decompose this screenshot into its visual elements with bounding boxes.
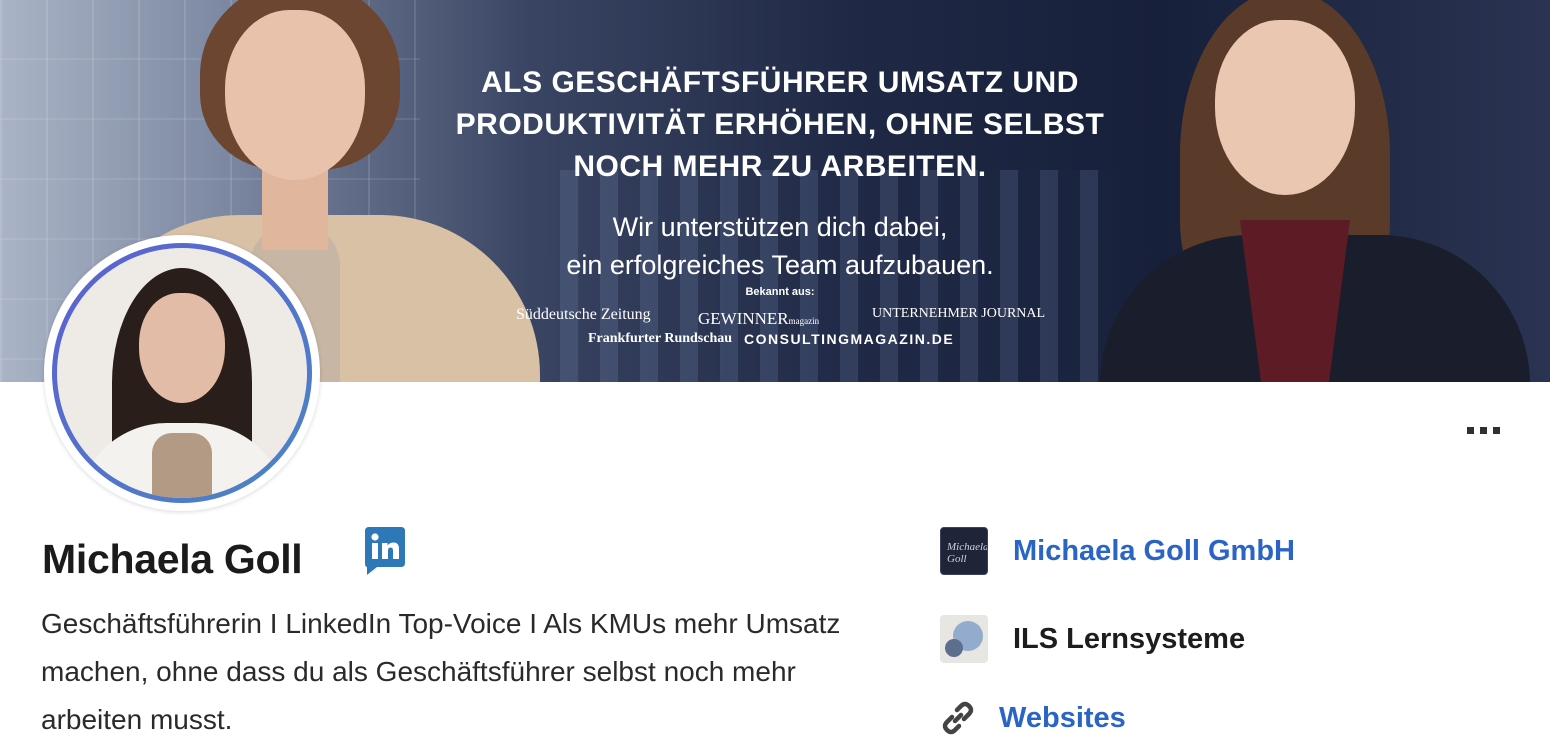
press-logo-gewinner-suffix: magazin	[788, 316, 820, 326]
avatar-top	[152, 433, 212, 498]
company-logo-text: Michaela Goll	[947, 541, 988, 565]
profile-name: Michaela Goll	[42, 536, 303, 582]
more-options-button[interactable]	[1455, 414, 1511, 446]
org-ils-lernsysteme[interactable]: ILS Lernsysteme	[940, 615, 1245, 663]
avatar-photo	[57, 248, 307, 498]
more-horizontal-icon-dot	[1492, 426, 1500, 434]
company-logo: Michaela Goll	[940, 527, 988, 575]
school-name: ILS Lernsysteme	[1013, 622, 1246, 655]
banner-known-from: Bekannt aus:	[745, 286, 815, 298]
press-logo-sueddeutsche: Süddeutsche Zeitung	[516, 306, 651, 323]
websites-link[interactable]: Websites	[940, 700, 1126, 736]
press-logo-gewinner: GEWINNERmagazin	[698, 309, 819, 329]
banner-headline-line: PRODUKTIVITÄT ERHÖHEN, OHNE SELBST	[455, 108, 1105, 141]
avatar-face	[139, 293, 225, 403]
press-logo-frankfurter-rundschau: Frankfurter Rundschau	[588, 331, 733, 346]
press-logo-unternehmer-journal: UNTERNEHMER JOURNAL	[872, 306, 1046, 321]
websites-label[interactable]: Websites	[999, 702, 1126, 735]
banner-person-left-neck	[262, 170, 328, 250]
link-icon	[942, 701, 974, 735]
avatar-open-to-ring	[52, 243, 312, 503]
banner-person-right-face	[1215, 20, 1355, 195]
more-horizontal-icon-dot	[1466, 426, 1474, 434]
banner-headline-line: ALS GESCHÄFTSFÜHRER UMSATZ UND	[481, 66, 1079, 99]
linkedin-icon[interactable]	[365, 527, 405, 575]
org-michaela-goll-gmbh[interactable]: Michaela Goll Michaela Goll GmbH	[940, 527, 1295, 575]
school-logo-circle-small	[945, 639, 963, 657]
banner-subline: Wir unterstützen dich dabei, ein erfolgr…	[330, 208, 1230, 284]
more-horizontal-icon-dot	[1479, 426, 1487, 434]
banner-subline-line: Wir unterstützen dich dabei,	[612, 212, 948, 242]
company-name[interactable]: Michaela Goll GmbH	[1013, 535, 1295, 568]
press-logo-consultingmagazin: CONSULTINGMAGAZIN.DE	[744, 331, 955, 347]
school-logo	[940, 615, 988, 663]
banner-headline: ALS GESCHÄFTSFÜHRER UMSATZ UND PRODUKTIV…	[330, 62, 1230, 188]
banner-headline-line: NOCH MEHR ZU ARBEITEN.	[573, 150, 987, 183]
profile-headline: Geschäftsführerin I LinkedIn Top-Voice I…	[41, 608, 841, 735]
press-logo-gewinner-text: GEWINNER	[698, 309, 789, 328]
profile-avatar[interactable]	[44, 235, 320, 511]
banner-subline-line: ein erfolgreiches Team aufzubauen.	[566, 250, 994, 280]
